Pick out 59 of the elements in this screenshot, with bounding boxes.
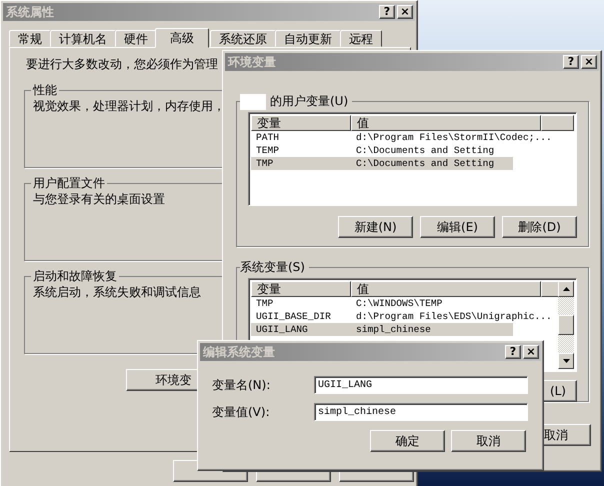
- group-description: 视觉效果，处理器计划，内存使用，: [33, 98, 225, 115]
- variable-value: C:\Documents and Setting: [355, 157, 494, 170]
- variable-value: simpl_chinese: [355, 323, 431, 336]
- group-label: 系统变量(S): [240, 259, 305, 276]
- list-row[interactable]: TEMP C:\Documents and Setting: [251, 144, 574, 157]
- field-label: 变量值(V):: [212, 404, 271, 420]
- scroll-down-icon[interactable]: [558, 353, 574, 369]
- column-header[interactable]: 变量: [251, 281, 351, 297]
- group-label: 的用户变量(U): [270, 93, 348, 110]
- variable-value: C:\WINDOWS\TEMP: [355, 297, 442, 310]
- variable-value: d:\Program Files\StormII\Codec;...: [355, 131, 552, 144]
- notice-text: 要进行大多数改动，您必须作为管理: [26, 56, 218, 73]
- help-button[interactable]: ?: [563, 55, 579, 69]
- tab[interactable]: 硬件: [115, 30, 157, 47]
- window-title: 系统属性: [6, 4, 54, 20]
- list-row[interactable]: TMP C:\Documents and Setting: [251, 157, 513, 170]
- column-header[interactable]: 值: [351, 115, 541, 131]
- window-title: 编辑系统变量: [203, 344, 275, 360]
- column-header[interactable]: 值: [351, 281, 541, 297]
- variable-name: UGII_BASE_DIR: [255, 310, 332, 323]
- tab[interactable]: 远程: [340, 30, 382, 47]
- help-button[interactable]: ?: [379, 5, 395, 19]
- scroll-up-icon[interactable]: [558, 281, 574, 297]
- tab[interactable]: 常规: [9, 30, 51, 47]
- list-action-button[interactable]: 删除(D): [502, 216, 577, 238]
- help-button[interactable]: ?: [505, 345, 521, 359]
- scroll-thumb[interactable]: [558, 315, 574, 335]
- tab[interactable]: 计算机名: [50, 30, 116, 47]
- variable-value: d:\Program Files\EDS\Unigraphic...: [355, 310, 552, 323]
- redacted-block: [240, 94, 266, 110]
- group-label: 性能: [32, 82, 58, 99]
- close-button[interactable]: ×: [581, 55, 597, 69]
- variable-name: TMP: [255, 157, 274, 170]
- close-button[interactable]: ×: [523, 345, 539, 359]
- group-description: 系统启动，系统失败和调试信息: [33, 284, 201, 301]
- variable-name: PATH: [255, 131, 280, 144]
- window-title: 环境变量: [228, 54, 276, 70]
- dialog-button[interactable]: 取消: [451, 430, 526, 452]
- variable-name: UGII_LANG: [255, 323, 309, 336]
- column-header[interactable]: 变量: [251, 115, 351, 131]
- variable-name: TMP: [255, 297, 274, 310]
- close-button[interactable]: ×: [397, 5, 413, 19]
- tab[interactable]: 高级: [155, 28, 209, 48]
- tab[interactable]: 自动更新: [275, 30, 341, 47]
- group-label: 用户配置文件: [32, 175, 106, 192]
- scrollbar[interactable]: [558, 281, 574, 369]
- variable-name: TEMP: [255, 144, 280, 157]
- text-field[interactable]: simpl_chinese: [314, 403, 528, 421]
- tab[interactable]: 系统还原: [210, 30, 276, 47]
- list-action-button[interactable]: 新建(N): [338, 216, 413, 238]
- variable-value: C:\Documents and Setting: [355, 144, 494, 157]
- column-header: [541, 115, 574, 131]
- list-action-button[interactable]: 编辑(E): [420, 216, 495, 238]
- dialog-button[interactable]: 确定: [370, 430, 445, 452]
- group-description: 与您登录有关的桌面设置: [33, 191, 165, 208]
- group-label: 启动和故障恢复: [32, 268, 118, 285]
- list-row[interactable]: UGII_LANG simpl_chinese: [251, 323, 513, 336]
- list-row[interactable]: PATH d:\Program Files\StormII\Codec;...: [251, 131, 574, 144]
- text-field[interactable]: UGII_LANG: [314, 376, 528, 394]
